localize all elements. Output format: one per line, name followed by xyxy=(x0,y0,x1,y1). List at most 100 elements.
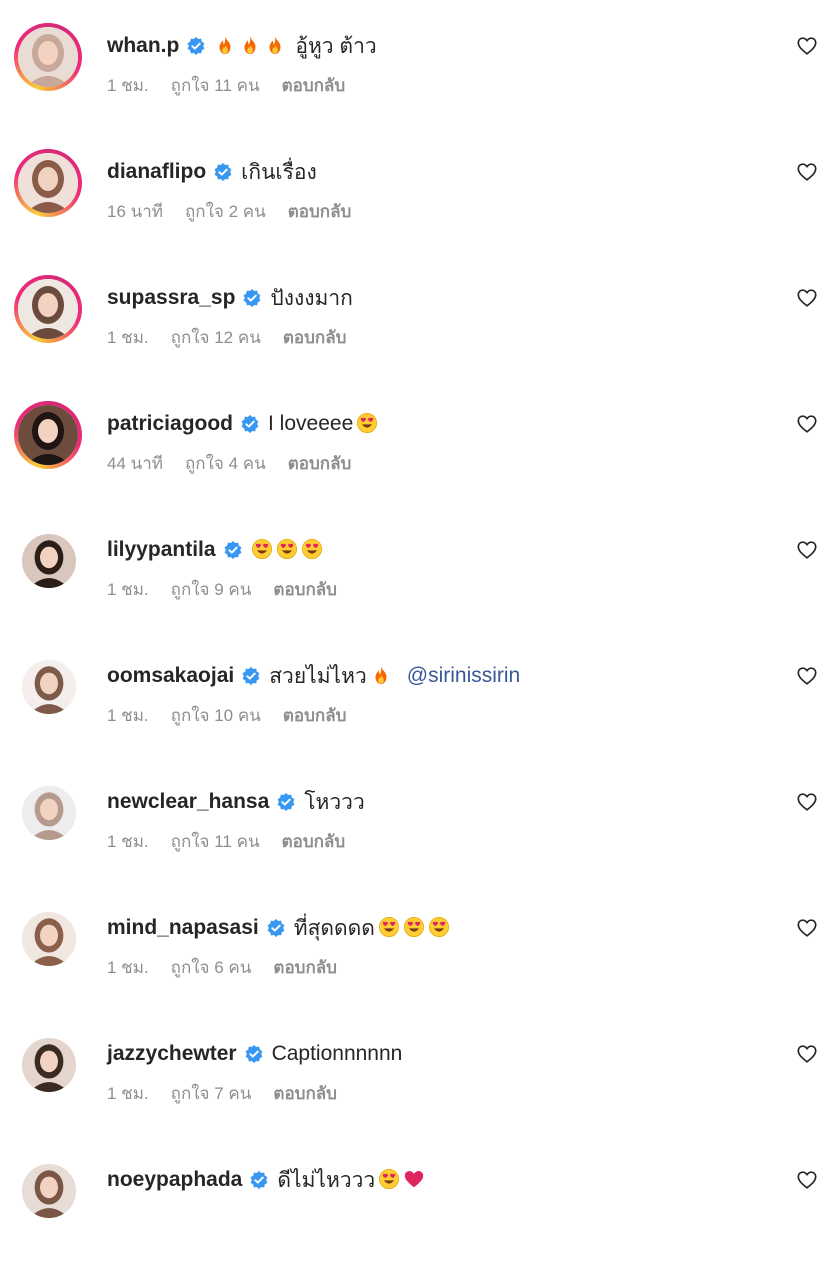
comment-likes[interactable]: ถูกใจ 11 คน xyxy=(171,72,260,99)
verified-badge-icon xyxy=(223,540,243,560)
heart-eyes-emoji-icon xyxy=(403,916,425,940)
heart-eyes-emoji-icon xyxy=(356,412,378,436)
reply-button[interactable]: ตอบกลับ xyxy=(288,450,352,477)
comment-row: newclear_hansa โหววว 1 ชม. ถูกใจ 11 คน ต… xyxy=(0,782,820,908)
heart-outline-icon[interactable] xyxy=(796,539,818,561)
heart-outline-icon[interactable] xyxy=(796,413,818,435)
verified-badge-icon xyxy=(186,36,206,56)
comment-text: สวยไม่ไหว @sirinissirin xyxy=(269,660,520,693)
heart-outline-icon[interactable] xyxy=(796,665,818,687)
heart-eyes-emoji-icon xyxy=(276,538,298,562)
avatar[interactable] xyxy=(22,912,76,966)
fire-emoji-icon xyxy=(239,34,261,58)
comment-text-value: โหววว xyxy=(304,790,365,814)
comment-row: jazzychewter Captionnnnnn 1 ชม. ถูกใจ 7 … xyxy=(0,1034,820,1160)
avatar[interactable] xyxy=(14,149,82,217)
avatar[interactable] xyxy=(14,275,82,343)
verified-badge-icon xyxy=(242,288,262,308)
comment-text: อู้หูว ต้าว xyxy=(214,30,377,63)
comment-likes[interactable]: ถูกใจ 6 คน xyxy=(171,954,252,981)
comment-username[interactable]: supassra_sp xyxy=(107,286,235,310)
comment-row: mind_napasasi ที่สุดดดด 1 ชม. ถูกใจ 6 คน… xyxy=(0,908,820,1034)
comment-text: ปังงงมาก xyxy=(270,282,352,315)
comment-username[interactable]: lilyypantila xyxy=(107,538,216,562)
comment-text-value: สวยไม่ไหว xyxy=(269,664,367,688)
comment-time: 1 ชม. xyxy=(107,580,149,599)
verified-badge-icon xyxy=(241,666,261,686)
comment-likes[interactable]: ถูกใจ 9 คน xyxy=(171,576,252,603)
comment-username[interactable]: patriciagood xyxy=(107,412,233,436)
heart-outline-icon[interactable] xyxy=(796,287,818,309)
avatar[interactable] xyxy=(22,1164,76,1218)
comment-time: 1 ชม. xyxy=(107,1084,149,1103)
verified-badge-icon xyxy=(249,1170,269,1190)
comment-text: I loveeee xyxy=(268,412,378,436)
comment-text: โหววว xyxy=(304,786,365,819)
comment-text-value: Captionnnnnn xyxy=(271,1042,403,1065)
verified-badge-icon xyxy=(244,1044,264,1064)
comment-username[interactable]: noeypaphada xyxy=(107,1168,242,1192)
reply-button[interactable]: ตอบกลับ xyxy=(282,828,346,855)
comment-username[interactable]: jazzychewter xyxy=(107,1042,237,1066)
heart-eyes-emoji-icon xyxy=(378,916,400,940)
reply-button[interactable]: ตอบกลับ xyxy=(283,702,347,729)
heart-eyes-emoji-icon xyxy=(428,916,450,940)
comment-username[interactable]: whan.p xyxy=(107,34,179,58)
heart-eyes-emoji-icon xyxy=(378,1168,400,1192)
comment-likes[interactable]: ถูกใจ 12 คน xyxy=(171,324,261,351)
avatar[interactable] xyxy=(22,786,76,840)
comment-username[interactable]: dianaflipo xyxy=(107,160,206,184)
comment-text-value: I loveeee xyxy=(268,412,354,435)
comment-text xyxy=(251,538,323,562)
heart-outline-icon[interactable] xyxy=(796,1043,818,1065)
comment-text: เกินเรื่อง xyxy=(241,156,317,189)
comment-row: supassra_sp ปังงงมาก 1 ชม. ถูกใจ 12 คน ต… xyxy=(0,275,820,404)
comment-row: patriciagood I loveeee 44 นาที ถูกใจ 4 ค… xyxy=(0,401,820,530)
fire-emoji-icon xyxy=(264,34,286,58)
avatar[interactable] xyxy=(14,23,82,91)
fire-emoji-icon xyxy=(370,664,392,688)
comment-likes[interactable]: ถูกใจ 4 คน xyxy=(185,450,266,477)
reply-button[interactable]: ตอบกลับ xyxy=(282,72,346,99)
reply-button[interactable]: ตอบกลับ xyxy=(283,324,347,351)
comment-time: 1 ชม. xyxy=(107,706,149,725)
heart-outline-icon[interactable] xyxy=(796,791,818,813)
comment-likes[interactable]: ถูกใจ 2 คน xyxy=(185,198,266,225)
comment-row: noeypaphada ดีไม่ไหววว xyxy=(0,1160,820,1286)
reply-button[interactable]: ตอบกลับ xyxy=(273,576,337,603)
avatar[interactable] xyxy=(22,1038,76,1092)
comment-time: 44 นาที xyxy=(107,454,164,473)
comment-likes[interactable]: ถูกใจ 7 คน xyxy=(171,1080,252,1107)
comment-time: 16 นาที xyxy=(107,202,164,221)
comment-row: lilyypantila 1 ชม. ถูกใจ 9 คน ตอบกลับ xyxy=(0,530,820,656)
comment-likes[interactable]: ถูกใจ 11 คน xyxy=(171,828,260,855)
comment-username[interactable]: newclear_hansa xyxy=(107,790,269,814)
avatar[interactable] xyxy=(14,401,82,469)
verified-badge-icon xyxy=(213,162,233,182)
comment-row: oomsakaojai สวยไม่ไหว @sirinissirin 1 ชม.… xyxy=(0,656,820,782)
comment-text: ดีไม่ไหววว xyxy=(277,1164,425,1197)
heart-outline-icon[interactable] xyxy=(796,917,818,939)
comment-text-value: ดีไม่ไหววว xyxy=(277,1168,376,1192)
reply-button[interactable]: ตอบกลับ xyxy=(273,1080,337,1107)
reply-button[interactable]: ตอบกลับ xyxy=(273,954,337,981)
avatar[interactable] xyxy=(22,534,76,588)
comment-time: 1 ชม. xyxy=(107,328,149,347)
comment-time: 1 ชม. xyxy=(107,76,149,95)
comment-username[interactable]: mind_napasasi xyxy=(107,916,259,940)
reply-button[interactable]: ตอบกลับ xyxy=(288,198,352,225)
heart-outline-icon[interactable] xyxy=(796,1169,818,1191)
heart-eyes-emoji-icon xyxy=(301,538,323,562)
fire-emoji-icon xyxy=(214,34,236,58)
comment-username[interactable]: oomsakaojai xyxy=(107,664,234,688)
comment-text-value: เกินเรื่อง xyxy=(241,160,317,184)
verified-badge-icon xyxy=(266,918,286,938)
mention-link[interactable]: @sirinissirin xyxy=(407,664,521,688)
comment-text-value: ปังงงมาก xyxy=(270,286,353,310)
heart-outline-icon[interactable] xyxy=(796,35,818,57)
heart-outline-icon[interactable] xyxy=(796,161,818,183)
avatar[interactable] xyxy=(22,660,76,714)
comment-likes[interactable]: ถูกใจ 10 คน xyxy=(171,702,261,729)
verified-badge-icon xyxy=(240,414,260,434)
verified-badge-icon xyxy=(276,792,296,812)
